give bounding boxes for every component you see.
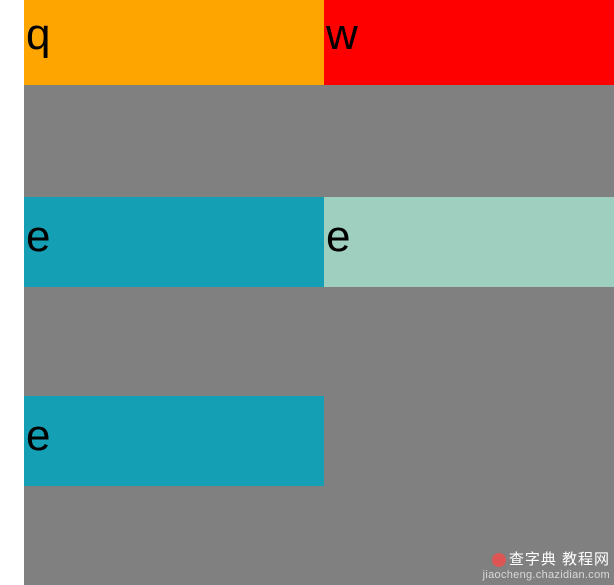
cell-e-first: e — [24, 197, 324, 287]
watermark-title: 查字典 教程网 — [509, 552, 610, 569]
cell-e-second: e — [324, 197, 614, 287]
demo-canvas: q w e e e 查字典 教程网 jiaocheng.chazidian.co… — [24, 0, 614, 585]
cell-q: q — [24, 0, 324, 85]
watermark: 查字典 教程网 jiaocheng.chazidian.com — [483, 552, 610, 582]
cell-w: w — [324, 0, 614, 85]
cell-e-third: e — [24, 396, 324, 486]
watermark-url: jiaocheng.chazidian.com — [483, 569, 610, 581]
watermark-logo-icon — [492, 553, 506, 567]
